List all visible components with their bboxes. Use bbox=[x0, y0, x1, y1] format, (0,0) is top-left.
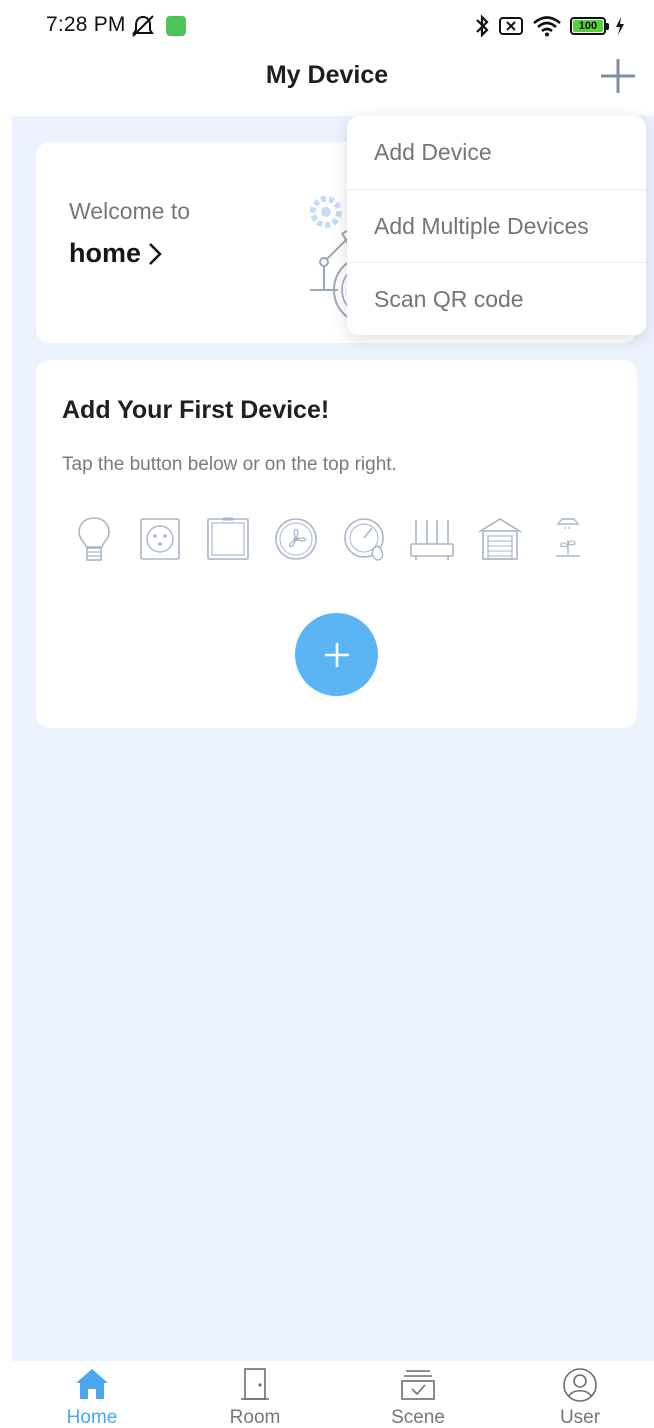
tab-scene-label: Scene bbox=[391, 1407, 445, 1428]
battery-level: 100 bbox=[578, 20, 598, 32]
mute-icon bbox=[132, 15, 154, 37]
home-name: home bbox=[69, 238, 142, 268]
tab-user[interactable]: User bbox=[520, 1361, 640, 1428]
plant-lamp-icon bbox=[556, 518, 580, 557]
page-title: My Device bbox=[265, 61, 389, 89]
header-add-button[interactable] bbox=[598, 56, 638, 96]
battery-icon: 100 bbox=[570, 17, 609, 35]
status-bar: 7:28 PM 100 bbox=[0, 0, 654, 52]
scene-icon bbox=[401, 1370, 435, 1400]
sim-off-icon bbox=[499, 17, 523, 35]
first-device-subtitle: Tap the button below or on the top right… bbox=[62, 454, 397, 475]
tab-scene[interactable]: Scene bbox=[358, 1361, 478, 1428]
chevron-right-icon bbox=[149, 242, 162, 265]
tab-home-label: Home bbox=[66, 1407, 118, 1428]
add-device-button[interactable] bbox=[295, 613, 378, 696]
garage-icon bbox=[478, 518, 522, 560]
plus-icon bbox=[324, 642, 349, 667]
bluetooth-icon bbox=[476, 14, 489, 38]
tab-room[interactable]: Room bbox=[195, 1361, 315, 1428]
status-time: 7:28 PM bbox=[46, 13, 126, 36]
wifi-icon bbox=[533, 16, 561, 37]
welcome-text: Welcome to bbox=[69, 198, 191, 224]
app-notification-icon bbox=[166, 16, 186, 36]
first-device-card: Add Your First Device! Tap the button be… bbox=[36, 360, 637, 728]
first-device-title: Add Your First Device! bbox=[62, 396, 330, 424]
gauge-icon bbox=[344, 518, 384, 561]
menu-item-add-multiple[interactable]: Add Multiple Devices bbox=[347, 189, 646, 262]
router-icon bbox=[410, 520, 454, 560]
home-icon bbox=[76, 1369, 108, 1399]
home-selector[interactable]: home bbox=[69, 238, 163, 269]
fan-icon bbox=[275, 518, 317, 560]
user-icon bbox=[563, 1368, 597, 1402]
menu-item-scan-qr[interactable]: Scan QR code bbox=[347, 262, 646, 335]
add-menu: Add Device Add Multiple Devices Scan QR … bbox=[347, 116, 646, 335]
status-icons: 100 bbox=[474, 12, 626, 40]
tab-room-label: Room bbox=[229, 1407, 281, 1428]
tab-user-label: User bbox=[559, 1407, 601, 1428]
app-header: My Device bbox=[0, 52, 654, 116]
bulb-icon bbox=[78, 517, 110, 561]
switch-icon bbox=[207, 517, 249, 560]
device-type-icons bbox=[62, 514, 602, 566]
socket-icon bbox=[140, 518, 180, 560]
charging-icon bbox=[616, 17, 624, 35]
tab-home[interactable]: Home bbox=[32, 1361, 152, 1428]
bottom-tab-bar: Home Room Scene User bbox=[0, 1361, 654, 1428]
menu-item-add-device[interactable]: Add Device bbox=[347, 116, 646, 189]
door-icon bbox=[241, 1368, 269, 1400]
